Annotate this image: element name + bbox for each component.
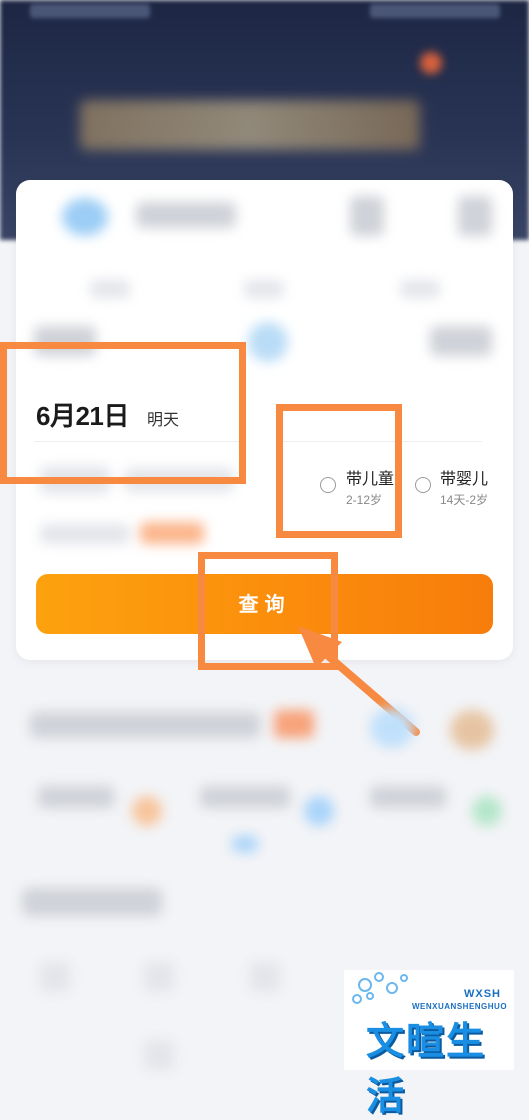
banner-slogan-image [80,100,420,150]
service-icon [232,836,258,852]
service-banner-text[interactable] [30,712,260,738]
bubble-icon [386,982,398,994]
service-icon[interactable] [250,962,280,992]
section-title [22,888,162,916]
highlight-box-date [0,342,246,484]
service-icon [472,796,502,826]
logo-abbr: WXSH [464,988,501,1000]
service-badge [274,710,314,738]
service-icon [132,796,162,826]
plane-icon[interactable] [62,198,108,236]
service-item[interactable] [200,786,290,808]
swap-cities-icon[interactable] [248,322,288,362]
tab-icon-3[interactable] [458,196,492,236]
service-item[interactable] [38,786,114,808]
banner-badge-icon [420,52,442,74]
service-icon[interactable] [144,962,174,992]
logo-chinese: 文暄生活 [366,1021,487,1118]
arrival-city[interactable] [430,326,492,356]
watermark-logo: WXSH WENXUANSHENGHUO 文暄生活 [344,970,514,1118]
tab-roundtrip[interactable] [244,280,284,298]
service-icon[interactable] [370,708,414,748]
promo-text [40,524,130,544]
avatar[interactable] [450,710,494,750]
status-bar-right [370,4,500,18]
bubble-icon [400,974,408,982]
promo-badge [140,522,204,544]
bubble-icon [374,972,384,982]
bubble-icon [358,978,372,992]
bubble-icon [366,992,374,1000]
service-icon[interactable] [40,962,70,992]
service-item[interactable] [370,786,446,808]
bubble-icon [352,994,362,1004]
highlight-box-options [276,404,402,538]
tab-domestic[interactable] [136,202,236,228]
service-icon[interactable] [144,1040,174,1070]
status-bar-left [30,4,150,18]
option-label: 带婴儿 [440,471,489,488]
option-age-range: 14天-2岁 [440,493,489,507]
tab-multicity[interactable] [400,280,440,298]
tab-icon-2[interactable] [350,196,384,236]
radio-circle-icon[interactable] [415,477,431,493]
service-icon [304,796,334,826]
tab-oneway[interactable] [90,280,130,298]
